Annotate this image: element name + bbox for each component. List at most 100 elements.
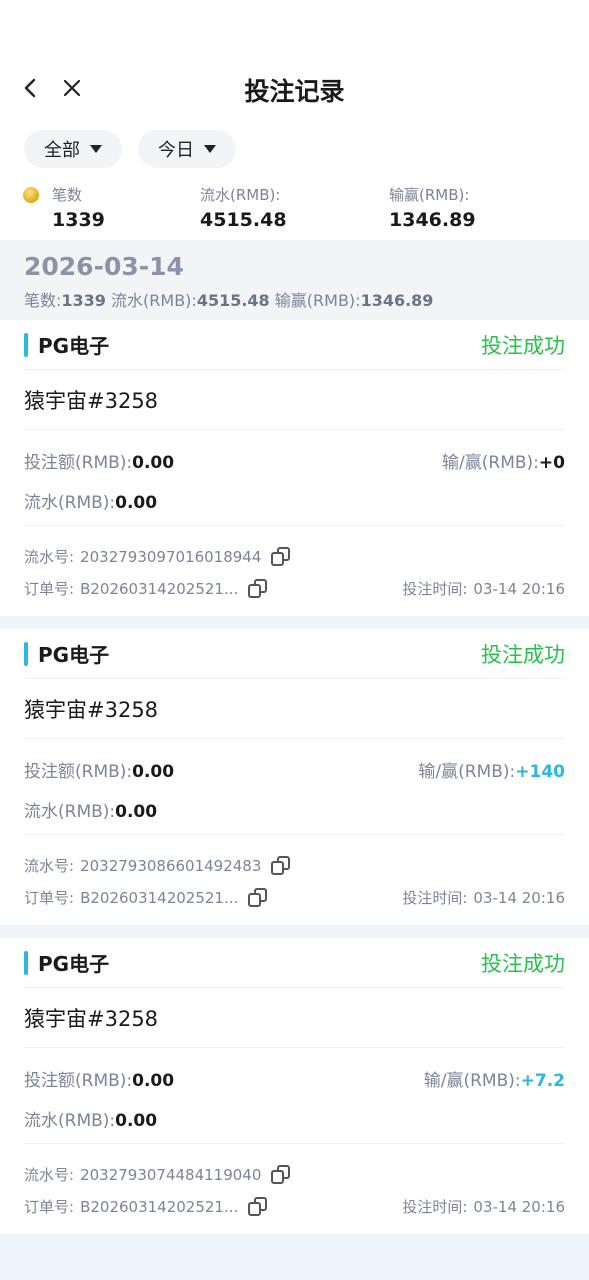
- bet-value: 0.00: [132, 453, 175, 473]
- bet-amount: 投注额(RMB):0.00: [24, 757, 174, 782]
- filter-date-label: 今日: [158, 140, 194, 161]
- copy-icon[interactable]: [248, 1196, 268, 1217]
- winloss-value: +0: [538, 453, 565, 473]
- stat-count: 笔数 1339: [23, 184, 105, 231]
- record-meta: 流水号: 2032793074484119040 订单号: B20260314202…: [24, 1144, 565, 1234]
- winloss-label: 输/赢(RMB):: [418, 762, 516, 782]
- time-label: 投注时间:: [402, 1198, 468, 1216]
- stat-winloss-label: 输赢(RMB):: [389, 186, 470, 204]
- accent-bar: [24, 332, 28, 357]
- bet-value: 0.00: [132, 762, 175, 782]
- day-count-label: 笔数:: [24, 291, 62, 310]
- order-label: 订单号:: [24, 889, 75, 907]
- stat-winloss-value: 1346.89: [389, 209, 476, 231]
- record-card[interactable]: PG电子 投注成功 猿宇宙#3258 投注额(RMB):0.00 输/赢(RMB…: [0, 938, 589, 1234]
- day-date: 2026-03-14: [24, 252, 184, 281]
- record-card[interactable]: PG电子 投注成功 猿宇宙#3258 投注额(RMB):0.00 输/赢(RMB…: [0, 629, 589, 925]
- bet-amount: 投注额(RMB):0.00: [24, 1066, 174, 1091]
- order-value: B20260314202521...: [80, 888, 239, 907]
- turnover-label: 流水(RMB):: [24, 1111, 116, 1131]
- winloss: 输/赢(RMB):+0: [442, 448, 565, 473]
- order-row: 订单号: B20260314202521...: [24, 887, 268, 908]
- filter-date-dropdown[interactable]: 今日: [138, 130, 236, 168]
- amounts: 投注额(RMB):0.00 输/赢(RMB):+7.2 流水(RMB):0.00: [24, 1048, 565, 1144]
- copy-icon[interactable]: [271, 1164, 291, 1185]
- winloss-value: +7.2: [520, 1071, 565, 1091]
- serial-label: 流水号:: [24, 548, 75, 566]
- time-label: 投注时间:: [402, 889, 468, 907]
- header: 投注记录 全部 今日 笔数 1339 流水(RMB): 4515.48 输赢(R…: [0, 0, 589, 240]
- provider-name: PG电子: [38, 952, 110, 976]
- record-meta: 流水号: 2032793097016018944 订单号: B20260314202…: [24, 526, 565, 616]
- record-meta: 流水号: 2032793086601492483 订单号: B20260314202…: [24, 835, 565, 925]
- order-label: 订单号:: [24, 1198, 75, 1216]
- status-badge: 投注成功: [481, 642, 565, 667]
- provider-name: PG电子: [38, 643, 110, 667]
- accent-bar: [24, 950, 28, 975]
- filter-type-dropdown[interactable]: 全部: [24, 130, 122, 168]
- card-header: PG电子 投注成功: [24, 938, 565, 988]
- filter-bar: 全部 今日: [24, 130, 236, 168]
- serial-label: 流水号:: [24, 857, 75, 875]
- card-header: PG电子 投注成功: [24, 629, 565, 679]
- turnover-label: 流水(RMB):: [24, 493, 116, 513]
- copy-icon[interactable]: [271, 546, 291, 567]
- serial-value: 2032793086601492483: [80, 856, 262, 875]
- day-count: 1339: [61, 291, 106, 310]
- turnover: 流水(RMB):0.00: [24, 1106, 157, 1131]
- order-label: 订单号:: [24, 580, 75, 598]
- order-value: B20260314202521...: [80, 1197, 239, 1216]
- serial-value: 2032793097016018944: [80, 547, 262, 566]
- provider-name: PG电子: [38, 334, 110, 358]
- day-summary: 笔数:1339 流水(RMB):4515.48 输赢(RMB):1346.89: [24, 287, 565, 311]
- bet-amount: 投注额(RMB):0.00: [24, 448, 174, 473]
- card-header: PG电子 投注成功: [24, 320, 565, 370]
- order-row: 订单号: B20260314202521...: [24, 1196, 268, 1217]
- time-label: 投注时间:: [402, 580, 468, 598]
- provider: PG电子: [24, 330, 109, 359]
- filter-type-label: 全部: [44, 140, 80, 161]
- coin-icon: [23, 187, 39, 203]
- amounts: 投注额(RMB):0.00 输/赢(RMB):+140 流水(RMB):0.00: [24, 739, 565, 835]
- time-value: 03-14 20:16: [473, 1198, 565, 1216]
- order-row: 订单号: B20260314202521...: [24, 578, 268, 599]
- serial-row: 流水号: 2032793074484119040: [24, 1164, 291, 1185]
- page-title: 投注记录: [244, 77, 345, 106]
- status-badge: 投注成功: [481, 333, 565, 358]
- turnover-value: 0.00: [115, 493, 158, 513]
- turnover: 流水(RMB):0.00: [24, 797, 157, 822]
- summary-stats: 笔数 1339 流水(RMB): 4515.48 输赢(RMB): 1346.8…: [23, 184, 584, 236]
- day-winloss-label: 输赢(RMB):: [269, 291, 361, 310]
- copy-icon[interactable]: [248, 887, 268, 908]
- day-winloss: 1346.89: [360, 291, 434, 310]
- turnover: 流水(RMB):0.00: [24, 488, 157, 513]
- order-value: B20260314202521...: [80, 579, 239, 598]
- serial-label: 流水号:: [24, 1166, 75, 1184]
- bet-time: 投注时间: 03-14 20:16: [402, 887, 565, 908]
- copy-icon[interactable]: [248, 578, 268, 599]
- stat-count-value: 1339: [52, 209, 105, 231]
- stat-winloss: 输赢(RMB): 1346.89: [389, 184, 476, 231]
- provider: PG电子: [24, 948, 109, 977]
- bet-label: 投注额(RMB):: [24, 453, 133, 473]
- serial-row: 流水号: 2032793097016018944: [24, 546, 291, 567]
- winloss-value: +140: [515, 762, 565, 782]
- bet-time: 投注时间: 03-14 20:16: [402, 1196, 565, 1217]
- game-name: 猿宇宙#3258: [24, 988, 565, 1048]
- caret-down-icon: [204, 145, 216, 153]
- copy-icon[interactable]: [271, 855, 291, 876]
- game-name: 猿宇宙#3258: [24, 370, 565, 430]
- stat-turnover-value: 4515.48: [200, 209, 287, 231]
- day-group-header: 2026-03-14 笔数:1339 流水(RMB):4515.48 输赢(RM…: [0, 240, 589, 320]
- bet-label: 投注额(RMB):: [24, 762, 133, 782]
- bet-value: 0.00: [132, 1071, 175, 1091]
- record-card[interactable]: PG电子 投注成功 猿宇宙#3258 投注额(RMB):0.00 输/赢(RMB…: [0, 320, 589, 616]
- turnover-value: 0.00: [115, 802, 158, 822]
- serial-value: 2032793074484119040: [80, 1165, 262, 1184]
- winloss: 输/赢(RMB):+7.2: [424, 1066, 565, 1091]
- game-name: 猿宇宙#3258: [24, 679, 565, 739]
- turnover-label: 流水(RMB):: [24, 802, 116, 822]
- day-turnover-label: 流水(RMB):: [105, 291, 197, 310]
- winloss: 输/赢(RMB):+140: [418, 757, 565, 782]
- amounts: 投注额(RMB):0.00 输/赢(RMB):+0 流水(RMB):0.00: [24, 430, 565, 526]
